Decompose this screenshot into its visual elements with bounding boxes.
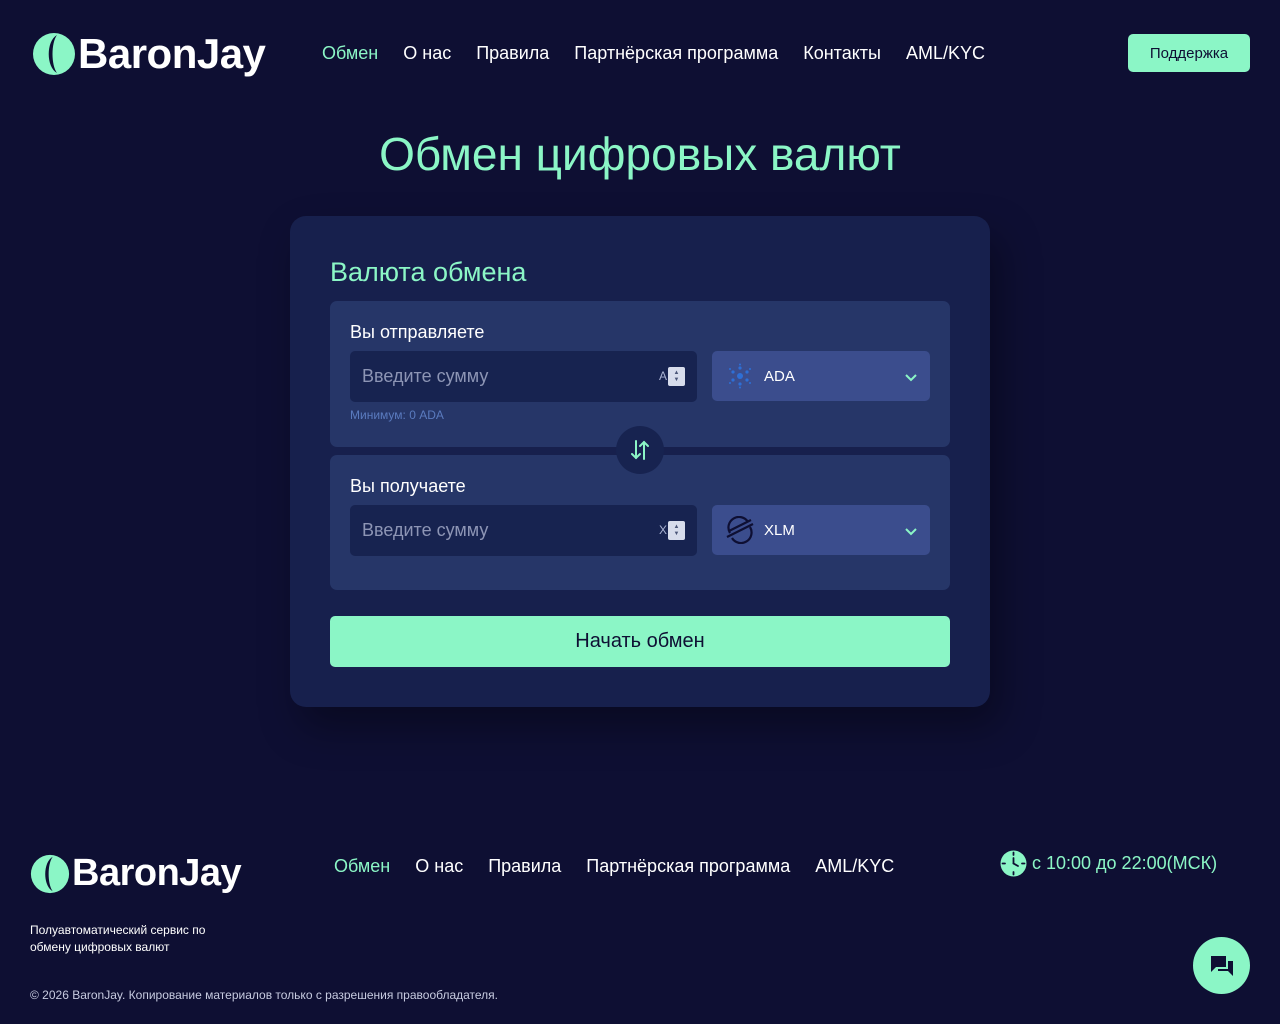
start-exchange-button[interactable]: Начать обмен xyxy=(330,616,950,667)
nav-item-about[interactable]: О нас xyxy=(403,43,451,64)
send-currency-select[interactable]: ADA xyxy=(712,351,930,401)
footer-tagline: Полуавтоматический сервис по обмену цифр… xyxy=(30,923,206,954)
copyright: © 2026 BaronJay. Копирование материалов … xyxy=(30,988,499,1002)
nav-item-contacts[interactable]: Контакты xyxy=(803,43,881,64)
footer-nav-item-partner[interactable]: Партнёрская программа xyxy=(586,856,790,877)
chat-icon xyxy=(1210,955,1233,976)
stepper-up-icon: ▲ xyxy=(673,369,680,376)
nav-item-exchange[interactable]: Обмен xyxy=(322,43,378,64)
page-title: Обмен цифровых валют xyxy=(379,128,901,180)
nav-item-rules[interactable]: Правила xyxy=(476,43,549,64)
receive-amount-field: X ▲ ▼ xyxy=(350,505,697,556)
brand-logo[interactable]: BaronJay xyxy=(32,30,266,78)
card-title: Валюта обмена xyxy=(330,257,527,287)
site-header: BaronJay Обмен О нас Правила Партнёрская… xyxy=(0,0,1280,110)
stepper-down-icon: ▼ xyxy=(673,376,680,383)
send-amount-field: A ▲ ▼ xyxy=(350,351,697,402)
send-label: Вы отправляете xyxy=(350,322,485,342)
receive-panel: Вы получаете X ▲ ▼ XLM xyxy=(330,455,950,590)
main-nav: Обмен О нас Правила Партнёрская программ… xyxy=(322,43,985,64)
send-currency-name: ADA xyxy=(764,368,795,385)
support-button[interactable]: Поддержка xyxy=(1128,34,1250,72)
receive-currency-select[interactable]: XLM xyxy=(712,505,930,555)
send-minimum: Минимум: 0 ADA xyxy=(350,408,444,422)
chat-button[interactable] xyxy=(1193,937,1250,994)
stepper-down-icon: ▼ xyxy=(673,530,680,537)
receive-unit: X xyxy=(658,523,667,537)
cardano-icon xyxy=(729,363,751,389)
send-unit: A xyxy=(658,369,667,383)
footer-logo-wordmark: BaronJay xyxy=(72,852,242,894)
receive-currency-name: XLM xyxy=(764,522,795,539)
clock-icon xyxy=(1000,850,1027,877)
nav-item-partner[interactable]: Партнёрская программа xyxy=(574,43,778,64)
footer-nav-item-rules[interactable]: Правила xyxy=(488,856,561,877)
exchange-card: Валюта обмена Вы отправляете A ▲ ▼ xyxy=(290,216,990,707)
chevron-down-icon xyxy=(905,374,917,382)
stepper-up-icon: ▲ xyxy=(673,523,680,530)
send-amount-input[interactable] xyxy=(350,351,697,402)
footer-nav-item-aml[interactable]: AML/KYC xyxy=(815,856,894,877)
receive-label: Вы получаете xyxy=(350,476,466,496)
swap-arrows-icon xyxy=(631,440,649,460)
logo-mark-icon xyxy=(30,854,70,893)
chevron-down-icon xyxy=(905,528,917,536)
receive-stepper[interactable]: ▲ ▼ xyxy=(668,521,685,540)
working-hours: с 10:00 до 22:00(МСК) xyxy=(1000,850,1217,877)
footer-nav-item-about[interactable]: О нас xyxy=(415,856,463,877)
send-stepper[interactable]: ▲ ▼ xyxy=(668,367,685,386)
logo-wordmark: BaronJay xyxy=(78,30,266,77)
logo-mark-icon xyxy=(33,33,75,75)
footer-nav: Обмен О нас Правила Партнёрская программ… xyxy=(334,856,894,877)
stellar-icon xyxy=(726,516,754,544)
footer-nav-item-exchange[interactable]: Обмен xyxy=(334,856,390,877)
footer-brand-logo[interactable]: BaronJay xyxy=(30,852,242,895)
working-hours-text: с 10:00 до 22:00(МСК) xyxy=(1032,853,1218,873)
receive-amount-input[interactable] xyxy=(350,505,697,556)
nav-item-aml[interactable]: AML/KYC xyxy=(906,43,985,64)
swap-currencies-button[interactable] xyxy=(616,426,664,474)
